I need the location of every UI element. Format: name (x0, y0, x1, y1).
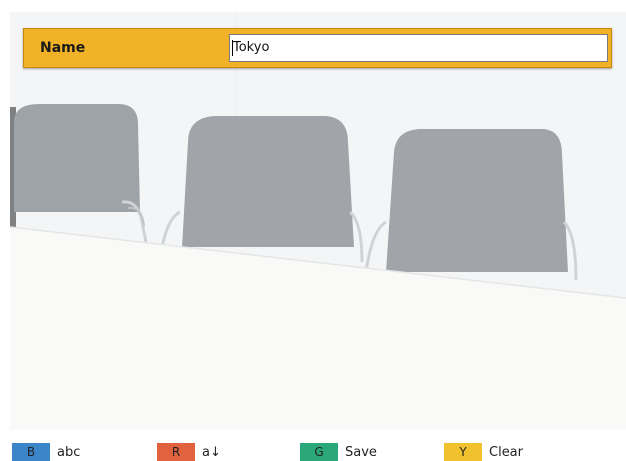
key-guide-blue[interactable]: B abc (12, 443, 80, 461)
meeting-room-image (10, 12, 626, 430)
key-guide-red[interactable]: R a↓ (157, 443, 221, 461)
name-input-value: Tokyo (233, 40, 270, 55)
yellow-key-button[interactable]: Y (444, 443, 482, 461)
camera-preview (10, 12, 626, 430)
yellow-key-label: Clear (489, 444, 523, 460)
name-entry-bar: Name Tokyo (23, 28, 612, 68)
key-guide-yellow[interactable]: Y Clear (444, 443, 523, 461)
blue-key-label: abc (57, 444, 81, 460)
screen: Name Tokyo B abc R a↓ G Save Y Clear (0, 0, 626, 461)
blue-key-button[interactable]: B (12, 443, 50, 461)
red-key-label: a↓ (202, 444, 221, 460)
key-guide: B abc R a↓ G Save Y Clear (0, 441, 626, 461)
red-key-button[interactable]: R (157, 443, 195, 461)
name-label: Name (40, 40, 86, 56)
name-input[interactable]: Tokyo (229, 34, 608, 62)
green-key-label: Save (345, 444, 377, 460)
green-key-button[interactable]: G (300, 443, 338, 461)
key-guide-green[interactable]: G Save (300, 443, 377, 461)
